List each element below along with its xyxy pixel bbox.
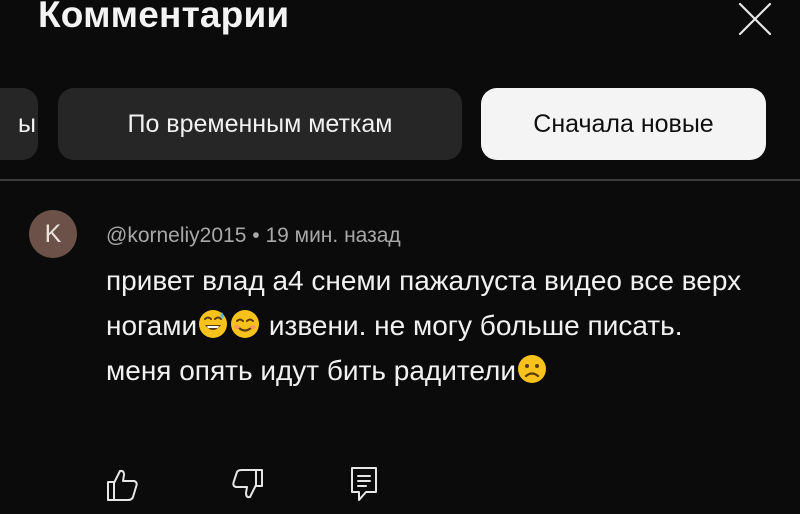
- comment-time: 19 мин. назад: [265, 224, 401, 247]
- reply-button[interactable]: [342, 462, 386, 506]
- thumbs-up-icon: [107, 469, 138, 501]
- comment-author[interactable]: @korneliy2015: [106, 224, 246, 247]
- reply-icon: [351, 467, 377, 501]
- like-button[interactable]: [100, 462, 144, 506]
- frown-emoji: [516, 353, 548, 385]
- page-title: Комментарии: [38, 0, 290, 35]
- comment-text: привет влад а4 снеми пажалуста видео все…: [106, 258, 746, 393]
- sweat-smile-emoji: [197, 308, 229, 340]
- chip-timestamps[interactable]: По временным меткам: [58, 88, 462, 160]
- chip-newest[interactable]: Сначала новые: [481, 88, 766, 160]
- close-icon: [738, 2, 772, 36]
- meta-separator: •: [246, 224, 266, 247]
- thumbs-down-icon: [232, 469, 263, 499]
- avatar[interactable]: K: [29, 210, 77, 258]
- close-button[interactable]: [735, 0, 775, 40]
- sort-chips: ы По временным меткам Сначала новые: [0, 88, 800, 164]
- divider: [0, 179, 800, 181]
- comment-actions: [0, 462, 800, 514]
- comment-meta: @korneliy2015 • 19 мин. назад: [106, 224, 401, 248]
- smile-emoji: [229, 308, 261, 340]
- chip-top[interactable]: ы: [0, 88, 38, 160]
- comments-header: Комментарии: [0, 0, 800, 70]
- dislike-button[interactable]: [226, 462, 270, 506]
